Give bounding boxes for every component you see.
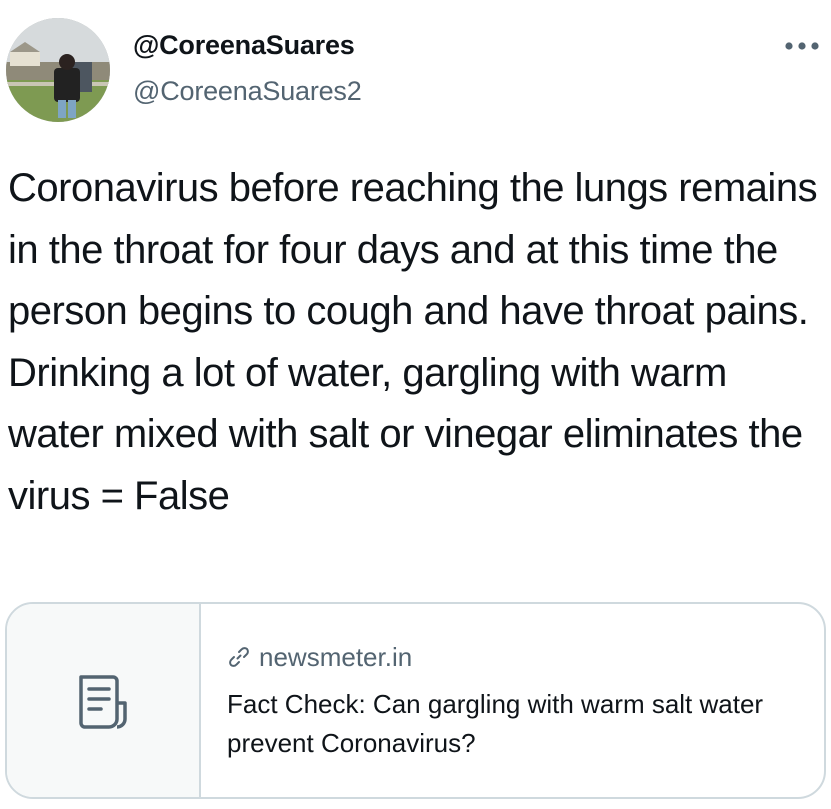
author-display-name[interactable]: @CoreenaSuares xyxy=(133,30,355,61)
document-icon xyxy=(79,674,127,729)
link-card[interactable]: newsmeter.in Fact Check: Can gargling wi… xyxy=(5,602,826,799)
link-icon xyxy=(229,647,249,667)
profile-photo xyxy=(6,18,110,122)
link-card-domain: newsmeter.in xyxy=(259,641,413,672)
avatar[interactable] xyxy=(6,18,110,122)
author-handle[interactable]: @CoreenaSuares2 xyxy=(133,76,362,107)
link-card-body: newsmeter.in Fact Check: Can gargling wi… xyxy=(201,604,824,797)
tweet-header: @CoreenaSuares @CoreenaSuares2 xyxy=(0,0,831,140)
link-card-thumbnail xyxy=(7,604,201,797)
more-dots-icon xyxy=(785,42,819,50)
more-options-button[interactable] xyxy=(780,28,824,64)
link-card-domain-row: newsmeter.in xyxy=(227,640,824,674)
link-card-title: Fact Check: Can gargling with warm salt … xyxy=(227,689,764,758)
tweet-text: Coronavirus before reaching the lungs re… xyxy=(8,166,818,518)
